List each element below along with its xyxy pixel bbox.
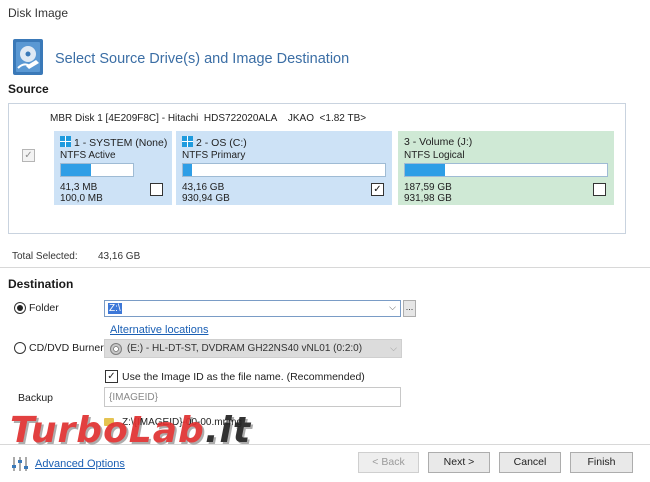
partition-system[interactable]: 1 - SYSTEM (None) NTFS Active 41,3 MB 10… bbox=[54, 131, 172, 205]
partition-usage-fill bbox=[405, 164, 446, 176]
partition-usage-bar bbox=[60, 163, 134, 177]
partition-total: 930,94 GB bbox=[182, 193, 230, 204]
partition-title: 2 - OS (C:) bbox=[182, 136, 247, 149]
windows-logo-icon bbox=[60, 136, 71, 147]
destination-section-label: Destination bbox=[8, 277, 74, 291]
page-title: Select Source Drive(s) and Image Destina… bbox=[55, 51, 350, 67]
use-image-id-label: Use the Image ID as the file name. (Reco… bbox=[122, 371, 365, 383]
cd-dvd-select[interactable]: (E:) - HL-DT-ST, DVDRAM GH22NS40 vNL01 (… bbox=[104, 339, 402, 358]
partition-title: 3 - Volume (J:) bbox=[404, 136, 473, 148]
cd-drive-icon bbox=[110, 343, 122, 355]
partition-used: 43,16 GB bbox=[182, 182, 225, 193]
partition-volume[interactable]: 3 - Volume (J:) NTFS Logical 187,59 GB 9… bbox=[398, 131, 614, 205]
partition-title: 1 - SYSTEM (None) bbox=[60, 136, 167, 149]
window-title: Disk Image bbox=[8, 6, 69, 20]
partition-type: NTFS Logical bbox=[404, 150, 465, 161]
section-divider bbox=[0, 267, 650, 268]
disk-select-checkbox[interactable]: ✓ bbox=[22, 149, 35, 162]
finish-button[interactable]: Finish bbox=[570, 452, 633, 473]
backup-label: Backup bbox=[18, 392, 54, 404]
total-selected-value: 43,16 GB bbox=[98, 251, 141, 262]
partition-checkbox[interactable] bbox=[150, 183, 163, 196]
backup-name-input[interactable]: {IMAGEID} bbox=[104, 387, 401, 407]
chevron-down-icon: ⌵ bbox=[390, 343, 397, 353]
source-section-label: Source bbox=[8, 82, 49, 96]
folder-radio[interactable] bbox=[14, 302, 26, 314]
folder-path-value: Z:\ bbox=[108, 303, 122, 314]
windows-logo-icon bbox=[182, 136, 193, 147]
partition-usage-bar bbox=[182, 163, 386, 177]
partition-total: 931,98 GB bbox=[404, 193, 452, 204]
cancel-button[interactable]: Cancel bbox=[499, 452, 561, 473]
partition-total: 100,0 MB bbox=[60, 193, 103, 204]
partition-type: NTFS Primary bbox=[182, 150, 246, 161]
next-button[interactable]: Next > bbox=[428, 452, 490, 473]
disk-image-icon bbox=[13, 39, 43, 75]
partition-used: 41,3 MB bbox=[60, 182, 98, 193]
folder-label: Folder bbox=[29, 302, 59, 314]
browse-button[interactable]: ... bbox=[403, 300, 416, 317]
use-image-id-checkbox[interactable]: ✓ bbox=[105, 370, 118, 383]
chevron-down-icon[interactable]: ⌵ bbox=[389, 302, 396, 313]
advanced-options-link[interactable]: Advanced Options bbox=[35, 458, 125, 470]
partition-used: 187,59 GB bbox=[404, 182, 452, 193]
cd-dvd-value: (E:) - HL-DT-ST, DVDRAM GH22NS40 vNL01 (… bbox=[127, 343, 363, 354]
disk-info: MBR Disk 1 [4E209F8C] - Hitachi HDS72202… bbox=[50, 113, 367, 124]
total-selected-label: Total Selected: bbox=[12, 251, 78, 262]
sliders-icon[interactable] bbox=[11, 456, 29, 472]
partition-type: NTFS Active bbox=[60, 150, 116, 161]
partition-checkbox[interactable]: ✓ bbox=[371, 183, 384, 196]
partition-usage-fill bbox=[61, 164, 91, 176]
cd-dvd-radio[interactable] bbox=[14, 342, 26, 354]
cd-dvd-label: CD/DVD Burner bbox=[29, 342, 104, 354]
watermark-logo: TurboLab.it bbox=[10, 410, 252, 451]
back-button[interactable]: < Back bbox=[358, 452, 419, 473]
partition-usage-fill bbox=[183, 164, 193, 176]
radio-selected-dot bbox=[17, 305, 23, 311]
alternative-locations-link[interactable]: Alternative locations bbox=[110, 324, 208, 336]
folder-path-input[interactable]: Z:\ ⌵ bbox=[104, 300, 401, 317]
partition-checkbox[interactable] bbox=[593, 183, 606, 196]
partition-os[interactable]: 2 - OS (C:) NTFS Primary 43,16 GB 930,94… bbox=[176, 131, 392, 205]
partition-usage-bar bbox=[404, 163, 608, 177]
